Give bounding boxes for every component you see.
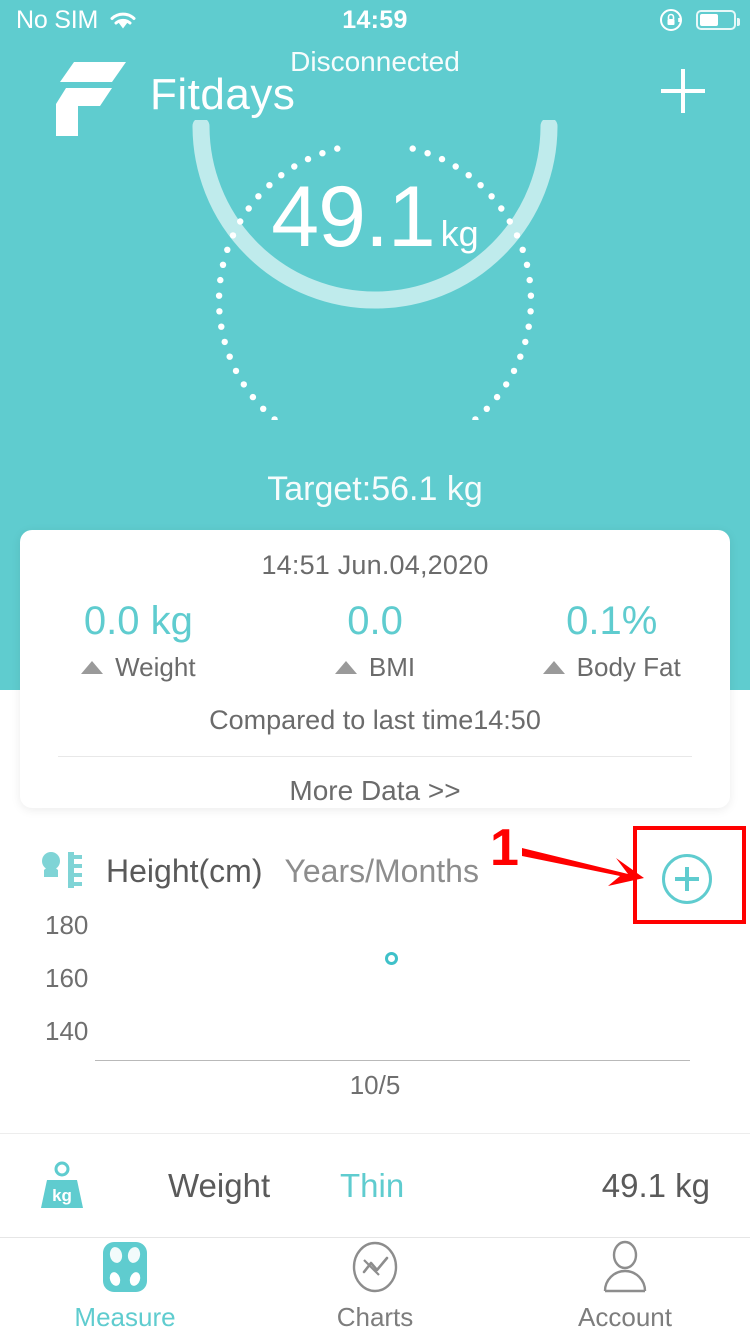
height-chart-subtitle: Years/Months (284, 852, 479, 889)
height-chart-header: Height(cm) Years/Months (38, 850, 479, 892)
height-chart-title: Height(cm) (106, 852, 263, 889)
tab-bar: Measure Charts Account (0, 1238, 750, 1334)
comparison-label: Compared to last time14:50 (209, 705, 541, 735)
battery-icon (696, 10, 740, 30)
rotation-lock-icon (660, 9, 682, 31)
more-data-button[interactable]: More Data >> (20, 775, 730, 807)
scale-icon (103, 1241, 147, 1292)
metric-value: 0.0 (347, 599, 403, 643)
weight-row-state: Thin (340, 1166, 405, 1204)
weight-value: 49.1 (271, 169, 435, 265)
plus-icon[interactable] (654, 62, 712, 120)
tab-label: Charts (336, 1301, 414, 1332)
weight-dial (192, 120, 558, 420)
metric-label-wrap: Body Fat (493, 652, 730, 683)
circle-plus-icon[interactable] (662, 854, 712, 904)
weight-row-value: 49.1 kg (601, 1166, 710, 1204)
metric-bmi[interactable]: 0.0 BMI (257, 599, 494, 683)
metric-label: Body Fat (576, 652, 681, 682)
chart-data-point[interactable] (385, 952, 398, 965)
y-axis-tick: 160 (45, 963, 89, 993)
height-plot-area: 180 160 140 10/5 (0, 910, 750, 1120)
fitdays-logo-icon (56, 62, 126, 136)
tab-label: Account (578, 1301, 672, 1332)
metric-label-wrap: BMI (257, 652, 494, 683)
triangle-up-icon (542, 661, 565, 674)
kg-weight-icon: kg (41, 1161, 83, 1208)
tab-measure[interactable]: Measure (0, 1238, 250, 1334)
metric-weight[interactable]: 0.0 kg Weight (20, 599, 257, 683)
metric-value: 0.0 kg (83, 599, 193, 643)
metrics-row: 0.0 kg Weight 0.0 BMI 0.1% Body Fat (20, 599, 730, 683)
svg-text:kg: kg (52, 1186, 72, 1205)
metric-label-wrap: Weight (20, 652, 257, 683)
metric-value: 0.1% (566, 599, 658, 643)
tab-label: Measure (74, 1301, 176, 1332)
metric-body-fat[interactable]: 0.1% Body Fat (493, 599, 730, 683)
weight-readout: 49.1 kg (183, 168, 567, 267)
card-divider (58, 756, 692, 757)
target-weight-label: Target:56.1 kg (267, 470, 483, 508)
weight-unit: kg (440, 213, 479, 254)
metric-label: BMI (368, 652, 416, 682)
height-chart-panel: Height(cm) Years/Months 180 160 140 10/5 (0, 818, 750, 1134)
person-icon (603, 1240, 647, 1292)
triangle-up-icon (81, 661, 104, 674)
weight-summary-row[interactable]: kg Weight Thin 49.1 kg (0, 1134, 750, 1238)
person-ruler-icon (42, 852, 82, 888)
x-axis-tick: 10/5 (349, 1070, 401, 1100)
status-bar: No SIM 14:59 (0, 0, 750, 40)
status-bar-clock: 14:59 (342, 5, 408, 34)
metric-label: Weight (115, 652, 196, 682)
chart-circle-icon (352, 1241, 398, 1292)
status-bar-right (658, 7, 740, 33)
tab-account[interactable]: Account (500, 1238, 750, 1334)
weight-row-name: Weight (168, 1166, 271, 1204)
summary-card: 14:51 Jun.04,2020 0.0 kg Weight 0.0 BMI … (20, 530, 730, 808)
y-axis-tick: 180 (45, 910, 89, 940)
tab-charts[interactable]: Charts (250, 1238, 500, 1334)
measurement-timestamp: 14:51 Jun.04,2020 (261, 550, 489, 580)
app-title: Fitdays (150, 70, 296, 119)
app-screen: No SIM 14:59 Disconnected Fitdays 49.1 k… (0, 0, 750, 1334)
triangle-up-icon (334, 661, 357, 674)
x-axis-line (95, 1060, 690, 1061)
y-axis-tick: 140 (45, 1016, 89, 1046)
